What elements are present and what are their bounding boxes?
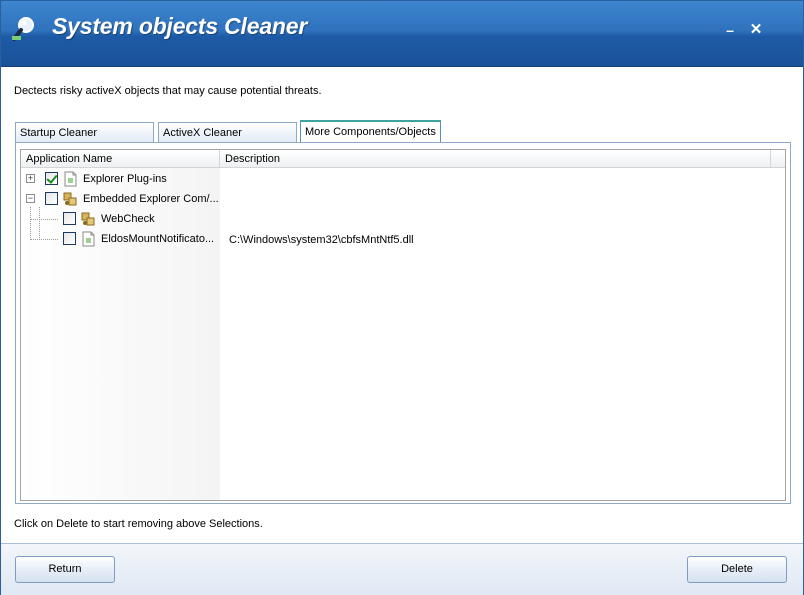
footer-bar: Return Delete bbox=[1, 543, 803, 595]
list-item[interactable]: − Embedded Explorer Com/... bbox=[21, 189, 785, 209]
row-description: C:\Windows\system32\cbfsMntNtf5.dll bbox=[229, 234, 414, 246]
page-description: Dectects risky activeX objects that may … bbox=[14, 85, 322, 97]
title-bar: System objects Cleaner – ✕ bbox=[1, 1, 803, 67]
list-item[interactable]: WebCheck bbox=[21, 209, 785, 229]
list-item[interactable]: + Explorer Plug-ins bbox=[21, 169, 785, 189]
expand-toggle[interactable]: + bbox=[26, 174, 35, 183]
row-name: WebCheck bbox=[101, 213, 155, 225]
app-window: System objects Cleaner – ✕ Dectects risk… bbox=[0, 0, 804, 595]
list-header: Application Name Description bbox=[21, 150, 785, 168]
return-button[interactable]: Return bbox=[15, 556, 115, 583]
tab-startup-cleaner[interactable]: Startup Cleaner bbox=[15, 122, 154, 143]
row-name: Explorer Plug-ins bbox=[83, 173, 167, 185]
page-icon bbox=[64, 171, 77, 187]
component-icon bbox=[81, 212, 95, 226]
instruction-text: Click on Delete to start removing above … bbox=[14, 518, 263, 530]
magnifier-icon bbox=[12, 17, 34, 41]
tab-more-components[interactable]: More Components/Objects bbox=[300, 120, 441, 143]
column-application-name[interactable]: Application Name bbox=[21, 150, 220, 168]
row-checkbox[interactable] bbox=[45, 192, 58, 205]
close-button[interactable]: ✕ bbox=[747, 21, 765, 39]
components-list[interactable]: Application Name Description + Explorer … bbox=[20, 149, 786, 501]
collapse-toggle[interactable]: − bbox=[26, 194, 35, 203]
row-checkbox[interactable] bbox=[63, 232, 76, 245]
delete-button[interactable]: Delete bbox=[687, 556, 787, 583]
minimize-button[interactable]: – bbox=[721, 21, 739, 39]
page-icon bbox=[82, 231, 95, 247]
row-checkbox[interactable] bbox=[45, 172, 58, 185]
column-description[interactable]: Description bbox=[220, 150, 771, 168]
window-title: System objects Cleaner bbox=[52, 13, 308, 39]
row-name: Embedded Explorer Com/... bbox=[83, 193, 219, 205]
tab-activex-cleaner[interactable]: ActiveX Cleaner bbox=[158, 122, 297, 143]
row-checkbox[interactable] bbox=[63, 212, 76, 225]
row-name: EldosMountNotificato... bbox=[101, 233, 215, 245]
component-icon bbox=[63, 192, 77, 206]
tab-panel: Application Name Description + Explorer … bbox=[15, 142, 791, 504]
list-item[interactable]: EldosMountNotificato... C:\Windows\syste… bbox=[21, 229, 785, 249]
